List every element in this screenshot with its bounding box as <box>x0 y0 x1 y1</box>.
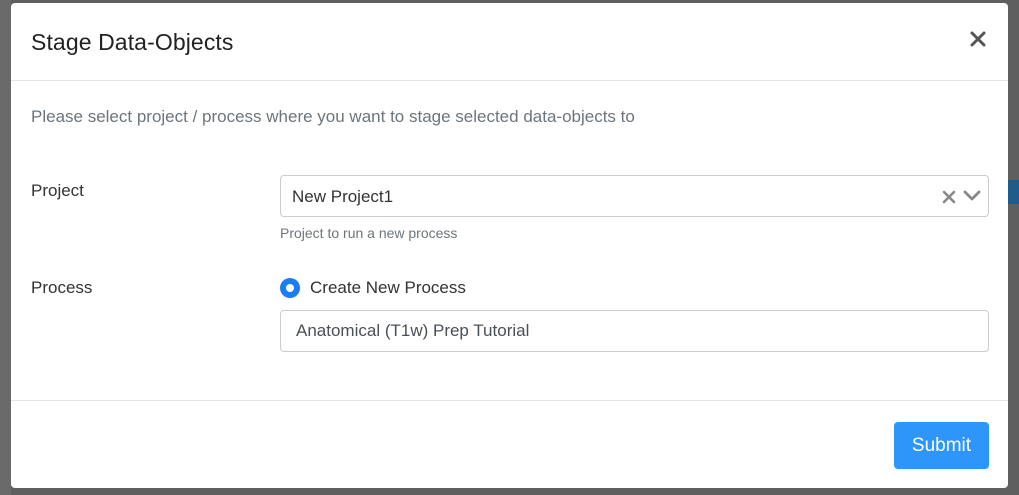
modal-body: Please select project / process where yo… <box>11 81 1008 399</box>
modal-header: Stage Data-Objects <box>11 3 1008 81</box>
process-name-input[interactable] <box>280 310 989 352</box>
clear-icon[interactable] <box>941 189 957 205</box>
project-select[interactable]: New Project1 <box>280 175 989 217</box>
close-icon <box>970 31 986 47</box>
close-button[interactable] <box>966 27 990 51</box>
modal-footer: Submit <box>11 400 1008 488</box>
page-backdrop <box>0 0 11 495</box>
create-new-process-option[interactable]: Create New Process <box>280 277 466 299</box>
project-help-text: Project to run a new process <box>280 225 458 241</box>
create-new-process-radio[interactable] <box>280 278 300 298</box>
project-select-value: New Project1 <box>292 187 394 206</box>
submit-button[interactable]: Submit <box>894 422 989 469</box>
process-label: Process <box>31 278 93 297</box>
modal-title: Stage Data-Objects <box>31 29 234 55</box>
instruction-text: Please select project / process where yo… <box>31 107 635 126</box>
stage-data-objects-modal: Stage Data-Objects Please select project… <box>11 3 1008 488</box>
page-backdrop-accent <box>1007 180 1019 204</box>
project-label: Project <box>31 181 84 200</box>
create-new-process-label: Create New Process <box>310 278 466 297</box>
chevron-down-icon[interactable] <box>963 188 981 204</box>
